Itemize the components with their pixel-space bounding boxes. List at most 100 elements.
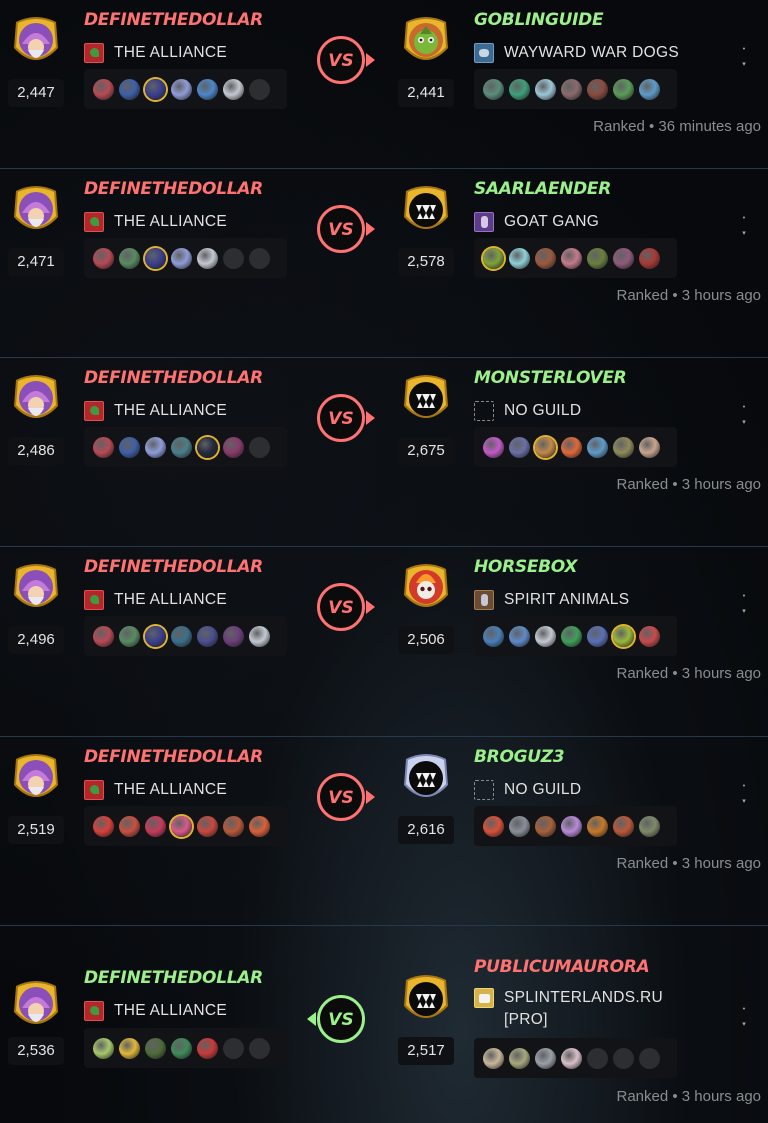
monster-card[interactable] — [509, 78, 530, 100]
right-player-name[interactable]: GOBLINGUIDE — [474, 9, 604, 31]
monster-card[interactable] — [639, 815, 660, 837]
wizard-badge[interactable] — [8, 183, 64, 239]
monster-card[interactable] — [639, 247, 660, 269]
monster-card[interactable] — [561, 815, 582, 837]
monster-card[interactable] — [483, 815, 504, 837]
monster-card[interactable] — [613, 625, 634, 647]
monster-card[interactable] — [483, 247, 504, 269]
left-player-name[interactable]: DEFINETHEDOLLAR — [84, 556, 263, 578]
monster-card[interactable] — [93, 247, 114, 269]
monster-card[interactable] — [483, 625, 504, 647]
monster-card[interactable] — [483, 1047, 504, 1069]
monster-card[interactable] — [509, 1047, 530, 1069]
monster-card[interactable] — [145, 247, 166, 269]
wizard-badge[interactable] — [8, 14, 64, 70]
left-player-name[interactable]: DEFINETHEDOLLAR — [84, 967, 263, 989]
right-player-name[interactable]: SAARLAENDER — [474, 178, 611, 200]
left-player-guild[interactable]: THE ALLIANCE — [84, 589, 289, 611]
monster-card[interactable] — [223, 815, 244, 837]
monster-card[interactable] — [535, 78, 556, 100]
battle-result-info[interactable]: Ranked • 3 hours ago — [616, 663, 761, 685]
left-player-name[interactable]: DEFINETHEDOLLAR — [84, 367, 263, 389]
fang-badge[interactable] — [398, 372, 454, 428]
monster-card[interactable] — [587, 78, 608, 100]
battle-options-menu[interactable]: • ▾ — [739, 404, 749, 430]
monster-card[interactable] — [561, 247, 582, 269]
battle-options-menu[interactable]: • ▾ — [739, 783, 749, 809]
left-player-guild[interactable]: THE ALLIANCE — [84, 211, 289, 233]
monster-card[interactable] — [639, 78, 660, 100]
monster-card[interactable] — [197, 625, 218, 647]
monster-card[interactable] — [561, 78, 582, 100]
monster-card[interactable] — [93, 78, 114, 100]
wizard-badge[interactable] — [8, 978, 64, 1034]
monster-card[interactable] — [535, 247, 556, 269]
monster-card[interactable] — [145, 625, 166, 647]
monster-card[interactable] — [587, 436, 608, 458]
monster-card[interactable] — [119, 1037, 140, 1059]
monster-card[interactable] — [535, 625, 556, 647]
right-player-guild[interactable]: NO GUILD — [474, 779, 679, 801]
battle-result-info[interactable]: Ranked • 3 hours ago — [616, 853, 761, 875]
monster-card[interactable] — [223, 436, 244, 458]
right-player-name[interactable]: PUBLICUMAURORA — [474, 956, 650, 978]
monster-card[interactable] — [119, 815, 140, 837]
monster-card[interactable] — [483, 436, 504, 458]
right-player-guild[interactable]: SPIRIT ANIMALS — [474, 589, 679, 611]
monster-card[interactable] — [249, 815, 270, 837]
monster-card[interactable] — [93, 1037, 114, 1059]
battle-result-info[interactable]: Ranked • 3 hours ago — [616, 1086, 761, 1108]
monster-card[interactable] — [93, 625, 114, 647]
left-player-guild[interactable]: THE ALLIANCE — [84, 1000, 289, 1022]
monster-card[interactable] — [93, 436, 114, 458]
monster-card[interactable] — [483, 78, 504, 100]
monster-card[interactable] — [509, 436, 530, 458]
wizard-badge[interactable] — [8, 372, 64, 428]
monster-card[interactable] — [197, 1037, 218, 1059]
wizard-badge[interactable] — [8, 561, 64, 617]
monster-card[interactable] — [613, 815, 634, 837]
monster-card[interactable] — [223, 625, 244, 647]
monster-card[interactable] — [145, 1037, 166, 1059]
monster-card[interactable] — [119, 436, 140, 458]
monster-card[interactable] — [613, 436, 634, 458]
monster-card[interactable] — [509, 815, 530, 837]
monster-card[interactable] — [561, 436, 582, 458]
goblin-badge[interactable] — [398, 14, 454, 70]
monster-card[interactable] — [171, 78, 192, 100]
fang-badge-silver[interactable] — [398, 751, 454, 807]
monster-card[interactable] — [119, 78, 140, 100]
monster-card[interactable] — [223, 78, 244, 100]
monster-card[interactable] — [93, 815, 114, 837]
battle-result-info[interactable]: Ranked • 3 hours ago — [616, 474, 761, 496]
monster-card[interactable] — [119, 625, 140, 647]
monster-card[interactable] — [535, 436, 556, 458]
monster-card[interactable] — [613, 78, 634, 100]
monster-card[interactable] — [145, 815, 166, 837]
battle-options-menu[interactable]: • ▾ — [739, 46, 749, 72]
battle-options-menu[interactable]: • ▾ — [739, 1006, 749, 1032]
monster-card[interactable] — [197, 815, 218, 837]
monster-card[interactable] — [171, 625, 192, 647]
monster-card[interactable] — [171, 247, 192, 269]
left-player-name[interactable]: DEFINETHEDOLLAR — [84, 746, 263, 768]
monster-card[interactable] — [535, 1047, 556, 1069]
monster-card[interactable] — [535, 815, 556, 837]
right-player-guild[interactable]: WAYWARD WAR DOGS — [474, 42, 679, 64]
monster-card[interactable] — [561, 1047, 582, 1069]
monster-card[interactable] — [119, 247, 140, 269]
monster-card[interactable] — [197, 78, 218, 100]
fang-badge[interactable] — [398, 183, 454, 239]
monster-card[interactable] — [197, 247, 218, 269]
monster-card[interactable] — [145, 436, 166, 458]
right-player-name[interactable]: BROGUZ3 — [474, 746, 565, 768]
monster-card[interactable] — [509, 247, 530, 269]
monster-card[interactable] — [171, 815, 192, 837]
battle-options-menu[interactable]: • ▾ — [739, 593, 749, 619]
monster-card[interactable] — [509, 625, 530, 647]
battle-result-info[interactable]: Ranked • 3 hours ago — [616, 285, 761, 307]
left-player-guild[interactable]: THE ALLIANCE — [84, 42, 289, 64]
right-player-guild[interactable]: SPLINTERLANDS.RU [PRO] — [474, 987, 679, 1031]
monster-card[interactable] — [145, 78, 166, 100]
monster-card[interactable] — [587, 247, 608, 269]
